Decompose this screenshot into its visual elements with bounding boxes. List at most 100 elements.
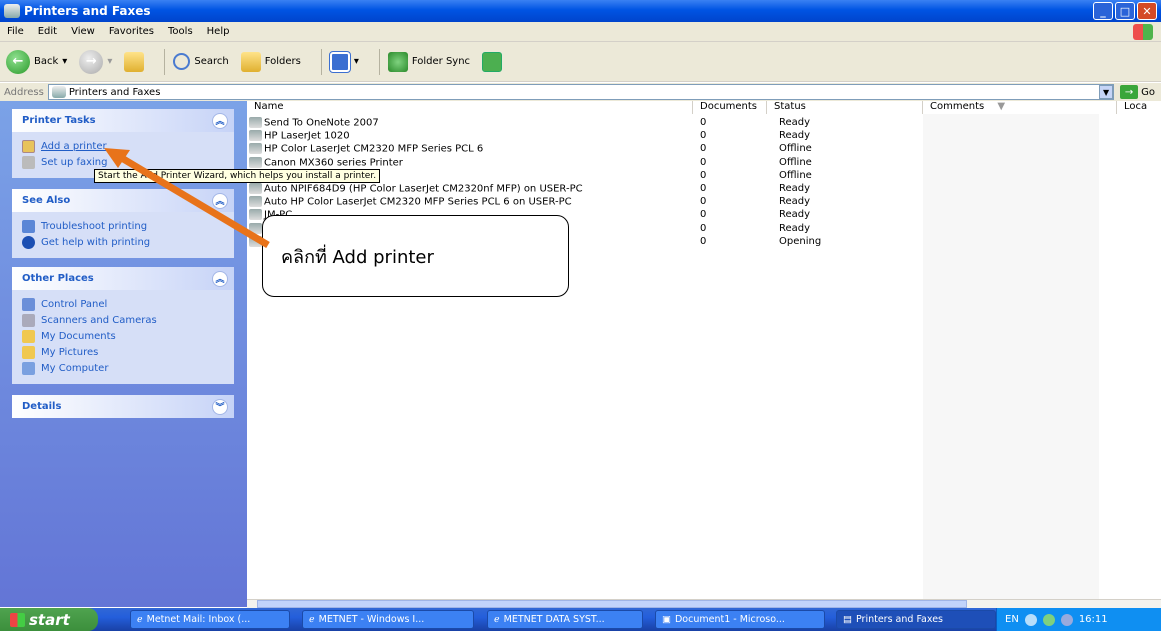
add-printer-icon [22, 139, 35, 153]
menu-bar: File Edit View Favorites Tools Help [0, 22, 1161, 42]
column-name[interactable]: Name [247, 101, 693, 114]
windows-flag-icon [10, 612, 25, 627]
printer-name: Auto NPIF684D9 (HP Color LaserJet CM2320… [249, 183, 583, 195]
printer-tasks-header[interactable]: Printer Tasks ︽ [12, 109, 234, 132]
printer-name: Send To OneNote 2007 [249, 117, 379, 129]
printer-row[interactable]: HP Color LaserJet CM2320 MFP Series PCL … [247, 143, 1161, 156]
see-also-header[interactable]: See Also ︽ [12, 189, 234, 212]
up-folder-button[interactable] [124, 51, 145, 72]
printer-icon [249, 143, 262, 155]
troubleshoot-label: Troubleshoot printing [41, 220, 148, 232]
taskbar-item[interactable]: ℯ METNET DATA SYST... [487, 610, 643, 629]
expand-icon[interactable]: ︾ [212, 398, 228, 415]
my-documents-link[interactable]: My Documents [22, 328, 224, 344]
menu-favorites[interactable]: Favorites [102, 26, 161, 37]
set-up-faxing-link[interactable]: Set up faxing [22, 154, 224, 170]
menu-view[interactable]: View [64, 26, 102, 37]
printer-icon [249, 156, 262, 168]
printer-row[interactable]: Auto NPIF684D9 (HP Color LaserJet CM2320… [247, 183, 1161, 196]
up-folder-icon [124, 51, 145, 72]
printer-status: Ready [779, 117, 811, 128]
scrollbar-thumb[interactable] [257, 600, 967, 608]
taskbar-item[interactable]: ▣ Document1 - Microso... [655, 610, 825, 629]
printer-row[interactable]: 0 Offline [247, 169, 1161, 183]
windows-logo-icon [1133, 24, 1153, 40]
folder-sync-button[interactable]: Folder Sync [387, 51, 471, 72]
ie-icon: ℯ [309, 614, 315, 625]
scanners-label: Scanners and Cameras [41, 314, 157, 326]
printer-name-label: Canon MX360 series Printer [264, 157, 403, 169]
control-panel-label: Control Panel [41, 298, 108, 310]
sort-arrow-icon: ▼ [997, 101, 1006, 112]
taskbar-item[interactable]: ℯ METNET - Windows I... [302, 610, 474, 629]
menu-edit[interactable]: Edit [31, 26, 64, 37]
printer-icon [249, 235, 262, 247]
collapse-icon[interactable]: ︽ [212, 192, 228, 209]
back-button[interactable]: ← Back ▾ [6, 49, 67, 74]
refresh-button[interactable] [482, 51, 503, 72]
menu-tools[interactable]: Tools [161, 26, 200, 37]
collapse-icon[interactable]: ︽ [212, 270, 228, 287]
address-value: Printers and Faxes [68, 86, 161, 98]
search-icon [173, 53, 191, 70]
monitor-icon[interactable] [1060, 613, 1073, 626]
collapse-icon[interactable]: ︽ [212, 112, 228, 129]
menu-file[interactable]: File [0, 26, 31, 37]
taskbar-item-label: Metnet Mail: Inbox (... [146, 614, 251, 625]
taskbar-item-active[interactable]: ▤ Printers and Faxes [836, 610, 996, 629]
set-up-faxing-label: Set up faxing [41, 156, 108, 168]
scanners-cameras-link[interactable]: Scanners and Cameras [22, 312, 224, 328]
printer-status: Ready [779, 196, 811, 208]
printer-documents: 0 [700, 117, 707, 128]
troubleshoot-printing-link[interactable]: Troubleshoot printing [22, 218, 224, 234]
details-header[interactable]: Details ︾ [12, 395, 234, 418]
maximize-button[interactable]: □ [1115, 2, 1135, 20]
ie-icon: ℯ [137, 614, 143, 625]
column-comments-label: Comments [930, 101, 985, 112]
language-indicator[interactable]: EN [1005, 614, 1019, 625]
column-status[interactable]: Status [767, 101, 923, 114]
address-input[interactable]: Printers and Faxes ▼ [47, 84, 1115, 100]
printer-status: Offline [779, 156, 812, 168]
control-panel-link[interactable]: Control Panel [22, 296, 224, 312]
printer-documents: 0 [700, 183, 707, 194]
other-places-header[interactable]: Other Places ︽ [12, 267, 234, 290]
folders-button[interactable]: Folders [240, 51, 301, 72]
help-icon [22, 235, 35, 249]
go-button[interactable]: → Go [1114, 85, 1161, 99]
get-help-printing-link[interactable]: Get help with printing [22, 234, 224, 250]
chevron-down-icon[interactable]: ▼ [1099, 85, 1114, 99]
search-button[interactable]: Search [173, 53, 229, 70]
toolbar-separator [164, 48, 166, 75]
printer-status: Offline [779, 143, 812, 155]
printer-row[interactable]: HP LaserJet 1020 0 Ready [247, 130, 1161, 143]
printer-icon [249, 130, 262, 142]
column-location[interactable]: Loca [1117, 101, 1161, 114]
folders-label: Folders [264, 56, 301, 67]
horizontal-scrollbar[interactable] [247, 599, 1161, 608]
close-button[interactable]: ✕ [1137, 2, 1157, 20]
printer-status: Ready [779, 183, 811, 194]
column-comments[interactable]: Comments ▼ [923, 101, 1117, 114]
menu-help[interactable]: Help [200, 26, 237, 37]
my-pictures-link[interactable]: My Pictures [22, 344, 224, 360]
views-button[interactable]: ▾ [328, 50, 359, 73]
folder-sync-label: Folder Sync [411, 56, 471, 67]
minimize-button[interactable]: _ [1093, 2, 1113, 20]
instruction-callout: คลิกที่ Add printer [262, 215, 569, 297]
tray-arrow-icon[interactable] [1024, 613, 1037, 626]
network-icon[interactable] [1042, 613, 1055, 626]
printer-icon [249, 222, 262, 234]
taskbar-item-label: METNET - Windows I... [318, 614, 425, 625]
printer-row[interactable]: Send To OneNote 2007 0 Ready [247, 117, 1161, 130]
forward-button[interactable]: → ▾ [79, 49, 112, 74]
start-button[interactable]: start [0, 608, 98, 631]
printer-tasks-panel: Printer Tasks ︽ Add a printer Set up fax… [12, 109, 234, 178]
column-documents[interactable]: Documents [693, 101, 767, 114]
printer-row[interactable]: Canon MX360 series Printer 0 Offline [247, 156, 1161, 170]
add-printer-link[interactable]: Add a printer [22, 138, 224, 154]
my-computer-label: My Computer [41, 362, 109, 374]
printer-row[interactable]: Auto HP Color LaserJet CM2320 MFP Series… [247, 196, 1161, 209]
my-computer-link[interactable]: My Computer [22, 360, 224, 376]
taskbar-item[interactable]: ℯ Metnet Mail: Inbox (... [130, 610, 290, 629]
